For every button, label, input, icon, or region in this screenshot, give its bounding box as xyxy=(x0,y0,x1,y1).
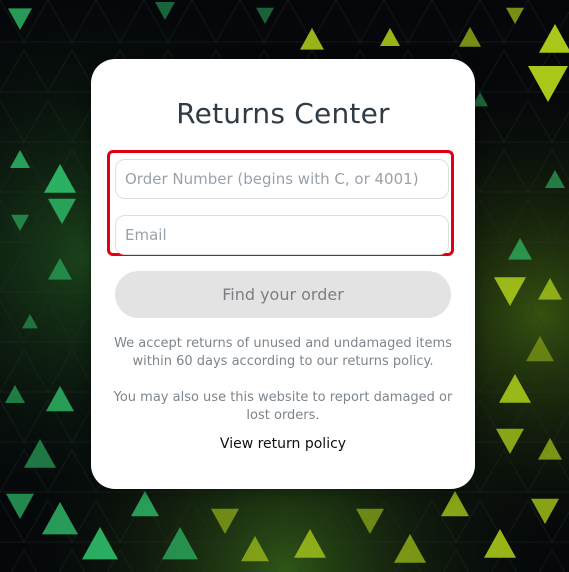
damaged-info-line: lost orders. xyxy=(246,408,320,423)
find-order-button[interactable]: Find your order xyxy=(115,271,451,318)
order-number-input[interactable] xyxy=(115,159,449,199)
damaged-info-line: You may also use this website to report … xyxy=(113,390,453,405)
email-input[interactable] xyxy=(115,215,449,255)
view-return-policy-link[interactable]: View return policy xyxy=(91,436,475,452)
returns-card: Returns Center Find your order We accept… xyxy=(91,59,475,489)
returns-info-line: We accept returns of unused and undamage… xyxy=(114,336,452,351)
returns-info-text: We accept returns of unused and undamage… xyxy=(91,335,475,371)
returns-info-line: within 60 days according to our returns … xyxy=(132,354,434,369)
damaged-info-text: You may also use this website to report … xyxy=(91,389,475,425)
page-title: Returns Center xyxy=(176,97,390,130)
